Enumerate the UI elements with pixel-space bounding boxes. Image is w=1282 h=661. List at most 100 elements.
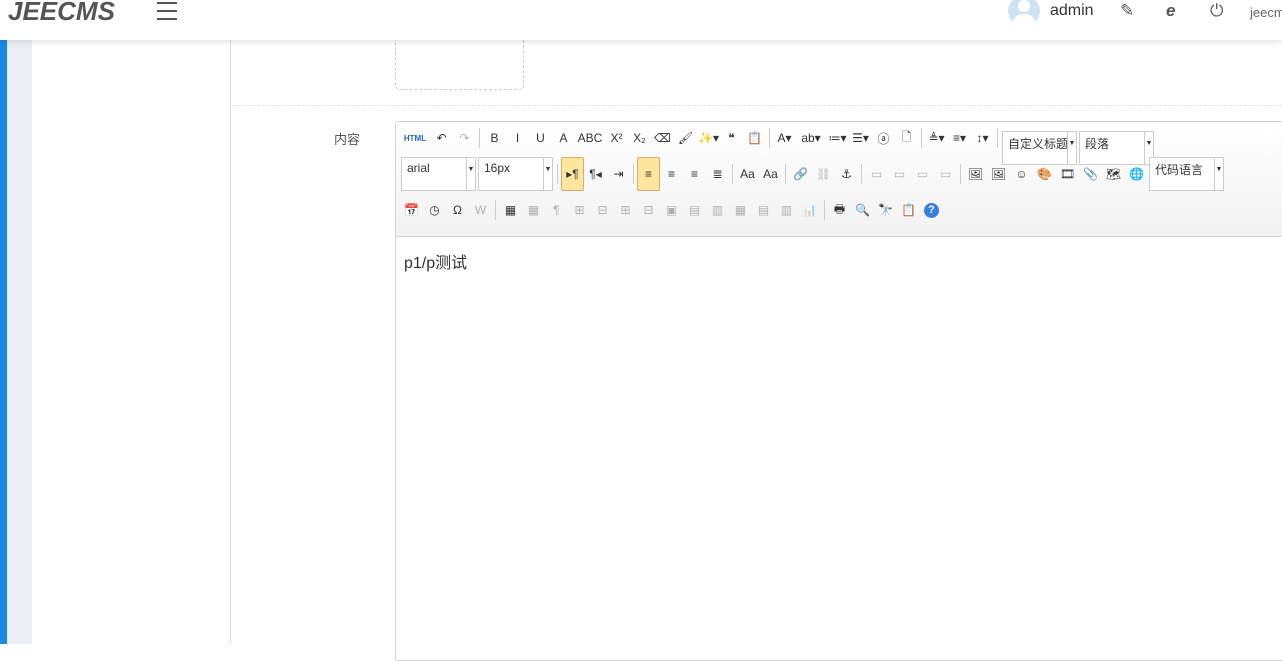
site-name[interactable]: jeecms bbox=[1250, 5, 1282, 20]
content-label: 内容 bbox=[334, 132, 361, 147]
pasteplain-icon[interactable]: 📋 bbox=[743, 128, 766, 148]
scrawl-icon[interactable]: 🎨 bbox=[1033, 164, 1056, 184]
undo-icon[interactable]: ↶ bbox=[430, 128, 453, 148]
anchor-icon[interactable]: ⚓ bbox=[835, 164, 858, 184]
imagecenter-icon[interactable]: ▭ bbox=[934, 164, 957, 184]
user-edit-icon[interactable]: ✎ bbox=[1120, 1, 1134, 21]
gmap-icon[interactable]: 🌐 bbox=[1125, 164, 1148, 184]
lineheight-icon[interactable]: ↕▾ bbox=[971, 128, 994, 148]
superscript-icon[interactable]: X² bbox=[605, 128, 628, 148]
justifyjustify-icon[interactable]: ≣ bbox=[706, 164, 729, 184]
tolowercase-icon[interactable]: Aa bbox=[759, 164, 782, 184]
date-icon[interactable]: 📅 bbox=[400, 200, 423, 220]
deletecol-icon[interactable]: ⊟ bbox=[637, 200, 660, 220]
backcolor-icon[interactable]: ab▾ bbox=[796, 128, 826, 148]
unlink-icon[interactable]: ⛓ bbox=[812, 164, 835, 184]
charts-icon[interactable]: 📊 bbox=[798, 200, 821, 220]
toolbar-separator bbox=[960, 164, 961, 184]
drafts-icon[interactable]: 📋 bbox=[897, 200, 920, 220]
underline-icon[interactable]: U bbox=[529, 128, 552, 148]
forecolor-icon[interactable]: A▾ bbox=[773, 128, 796, 148]
selectall-icon[interactable]: ⓐ bbox=[872, 128, 895, 148]
searchreplace-icon[interactable]: 🔭 bbox=[874, 200, 897, 220]
top-header: JEECMS admin ✎ e ⏻ jeecms bbox=[0, 0, 1282, 40]
attachment-icon[interactable]: 📎 bbox=[1079, 164, 1102, 184]
toolbar-separator bbox=[732, 164, 733, 184]
toolbar-separator bbox=[479, 128, 480, 148]
html-icon[interactable]: HTML bbox=[400, 128, 430, 148]
deleterow-icon[interactable]: ⊟ bbox=[591, 200, 614, 220]
editor-content[interactable]: p1/p测试 bbox=[396, 237, 1282, 285]
cleardoc-icon[interactable]: 🗋 bbox=[895, 128, 918, 148]
font-family-select[interactable]: arial ▼ bbox=[401, 157, 476, 191]
insertrow-icon[interactable]: ⊞ bbox=[568, 200, 591, 220]
directionalityltr-icon[interactable]: ▸¶ bbox=[561, 157, 584, 191]
mergedown-icon[interactable]: ▥ bbox=[706, 200, 729, 220]
toolbar-separator bbox=[824, 200, 825, 220]
toolbar-separator bbox=[861, 164, 862, 184]
redo-icon[interactable]: ↷ bbox=[453, 128, 476, 148]
italic-icon[interactable]: I bbox=[506, 128, 529, 148]
simpleupload-icon[interactable]: 🖼 bbox=[964, 164, 987, 184]
touppercase-icon[interactable]: Aa bbox=[736, 164, 759, 184]
imagenone-icon[interactable]: ▭ bbox=[865, 164, 888, 184]
insertvideo-icon[interactable]: 🎞 bbox=[1056, 164, 1079, 184]
browser-ie-icon[interactable]: e bbox=[1166, 1, 1175, 21]
logo[interactable]: JEECMS bbox=[8, 0, 115, 27]
rich-text-editor: HTML ↶ ↷ B I U A ABC X² X₂ ⌫ 🖌 ✨▾ ❝ 📋 A▾ ab▾ ≔▾ ☰▾ ⓐ 🗋 ≜▾ ≡▾ ↕▾… bbox=[395, 121, 1282, 661]
mergecells-icon[interactable]: ▣ bbox=[660, 200, 683, 220]
removeformat-icon[interactable]: ⌫ bbox=[651, 128, 674, 148]
help-icon[interactable]: ? bbox=[920, 200, 943, 220]
rowspacingbottom-icon[interactable]: ≡▾ bbox=[948, 128, 971, 148]
imageleft-icon[interactable]: ▭ bbox=[888, 164, 911, 184]
power-icon[interactable]: ⏻ bbox=[1210, 1, 1223, 21]
bold-icon[interactable]: B bbox=[483, 128, 506, 148]
chevron-down-icon: ▼ bbox=[543, 158, 552, 190]
indent-icon[interactable]: ⇥ bbox=[607, 164, 630, 184]
spechars-icon[interactable]: Ω bbox=[446, 200, 469, 220]
link-icon[interactable]: 🔗 bbox=[789, 164, 812, 184]
splittocells-icon[interactable]: ▦ bbox=[729, 200, 752, 220]
preview-icon[interactable]: 🔍 bbox=[851, 200, 874, 220]
print-icon[interactable]: 🖶 bbox=[828, 200, 851, 220]
splittorows-icon[interactable]: ▤ bbox=[752, 200, 775, 220]
divider bbox=[232, 105, 1282, 106]
toolbar-separator bbox=[495, 200, 496, 220]
subscript-icon[interactable]: X₂ bbox=[628, 128, 651, 148]
sidebar-rail bbox=[7, 40, 32, 644]
font-size-select[interactable]: 16px ▼ bbox=[478, 157, 553, 191]
justifyleft-icon[interactable]: ≡ bbox=[637, 157, 660, 191]
sidebar-accent bbox=[0, 40, 7, 644]
fontborder-icon[interactable]: A bbox=[552, 128, 575, 148]
imageright-icon[interactable]: ▭ bbox=[911, 164, 934, 184]
splittocols-icon[interactable]: ▥ bbox=[775, 200, 798, 220]
deletetable-icon[interactable]: ▦ bbox=[522, 200, 545, 220]
map-icon[interactable]: 🗺 bbox=[1102, 164, 1125, 184]
toolbar-separator bbox=[633, 164, 634, 184]
insertcol-icon[interactable]: ⊞ bbox=[614, 200, 637, 220]
autotypeset-icon[interactable]: ✨▾ bbox=[697, 128, 720, 148]
inserttable-icon[interactable]: ▦ bbox=[499, 200, 522, 220]
insertunorderedlist-icon[interactable]: ☰▾ bbox=[849, 128, 872, 148]
blockquote-icon[interactable]: ❝ bbox=[720, 128, 743, 148]
justifyright-icon[interactable]: ≡ bbox=[683, 164, 706, 184]
username[interactable]: admin bbox=[1050, 2, 1094, 20]
toolbar-separator bbox=[785, 164, 786, 184]
insertorderedlist-icon[interactable]: ≔▾ bbox=[826, 128, 849, 148]
formatmatch-icon[interactable]: 🖌 bbox=[674, 128, 697, 148]
insertparagraphbeforetable-icon[interactable]: ¶ bbox=[545, 200, 568, 220]
wordimage-icon[interactable]: W bbox=[469, 200, 492, 220]
side-panel bbox=[32, 40, 231, 644]
time-icon[interactable]: ◷ bbox=[423, 200, 446, 220]
directionalityrtl-icon[interactable]: ¶◂ bbox=[584, 164, 607, 184]
strikethrough-icon[interactable]: ABC bbox=[575, 128, 605, 148]
chevron-down-icon: ▼ bbox=[1214, 158, 1223, 190]
emotion-icon[interactable]: ☺ bbox=[1010, 164, 1033, 184]
avatar[interactable] bbox=[1008, 0, 1040, 26]
code-language-select[interactable]: 代码语言 ▼ bbox=[1149, 157, 1224, 191]
insertimage-icon[interactable]: 🖼 bbox=[987, 164, 1010, 184]
mergeright-icon[interactable]: ▤ bbox=[683, 200, 706, 220]
hamburger-menu-icon[interactable] bbox=[157, 2, 177, 20]
justifycenter-icon[interactable]: ≡ bbox=[660, 164, 683, 184]
rowspacingtop-icon[interactable]: ≜▾ bbox=[925, 128, 948, 148]
